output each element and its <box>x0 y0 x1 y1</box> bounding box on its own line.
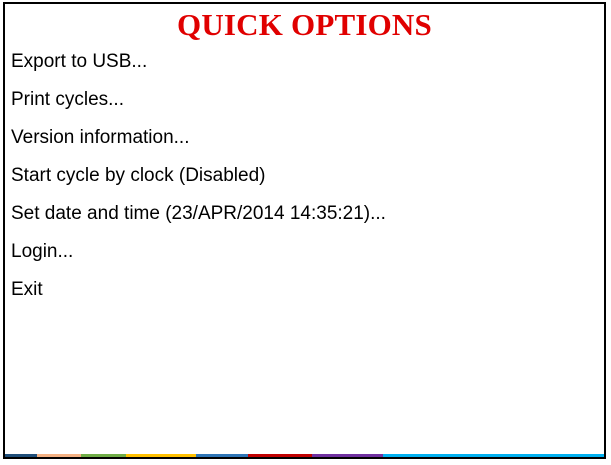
bottom-strip-segment <box>312 454 383 457</box>
bottom-strip-segment <box>81 454 126 457</box>
dialog-title: QUICK OPTIONS <box>177 7 432 42</box>
menu-item-version-information[interactable]: Version information... <box>11 125 598 163</box>
menu-item-print-cycles[interactable]: Print cycles... <box>11 87 598 125</box>
menu-item-export-to-usb[interactable]: Export to USB... <box>11 49 598 87</box>
menu-item-set-date-and-time[interactable]: Set date and time (23/APR/2014 14:35:21)… <box>11 201 598 239</box>
bottom-color-strip <box>5 454 604 457</box>
menu-item-exit[interactable]: Exit <box>11 277 598 315</box>
bottom-strip-segment <box>248 454 312 457</box>
bottom-strip-segment <box>383 454 604 457</box>
menu-item-login[interactable]: Login... <box>11 239 598 277</box>
menu-item-start-cycle-by-clock[interactable]: Start cycle by clock (Disabled) <box>11 163 598 201</box>
bottom-strip-segment <box>196 454 248 457</box>
bottom-strip-segment <box>5 454 37 457</box>
quick-options-window: QUICK OPTIONS Export to USB... Print cyc… <box>3 2 606 459</box>
bottom-strip-segment <box>126 454 196 457</box>
quick-options-menu: Export to USB... Print cycles... Version… <box>11 49 598 315</box>
bottom-strip-segment <box>37 454 81 457</box>
